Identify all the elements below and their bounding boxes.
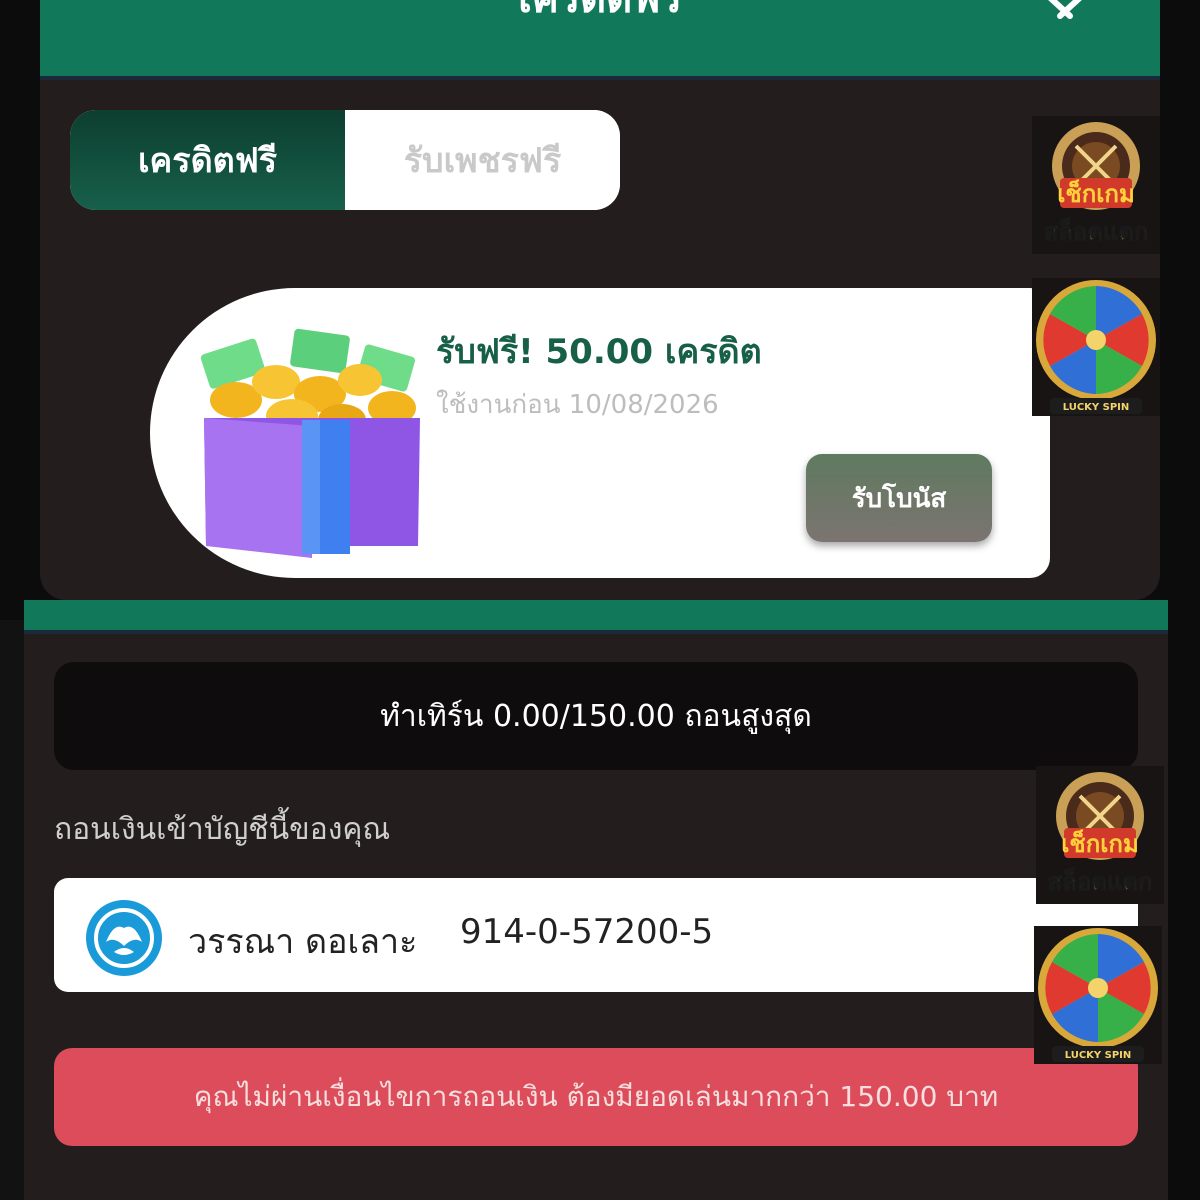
promo-title: รับฟรี! 50.00 เครดิต [436, 332, 762, 372]
slot-machine-badge-icon[interactable]: เช็กเกม สล็อตแตก [1036, 766, 1164, 904]
slot-badge-caption-bottom: สล็อตแตก [1044, 217, 1149, 246]
turnover-status: ทำเทิร์น 0.00/150.00 ถอนสูงสุด [54, 662, 1138, 770]
withdraw-modal: ทำเทิร์น 0.00/150.00 ถอนสูงสุด ถอนเงินเข… [24, 600, 1168, 1200]
claim-bonus-button[interactable]: รับโบนัส [806, 454, 992, 542]
bank-account-card: วรรณา ดอเลาะ 914-0-57200-5 [54, 878, 1138, 992]
free-credit-modal: เครดิตฟรี เครดิตฟรี รับเพชรฟรี [40, 0, 1160, 600]
withdraw-error-message: คุณไม่ผ่านเงื่อนไขการถอนเงิน ต้องมียอดเล… [54, 1048, 1138, 1146]
tab-free-diamond[interactable]: รับเพชรฟรี [345, 110, 620, 210]
modal-header: เครดิตฟรี [40, 0, 1160, 80]
modal-header [24, 600, 1168, 634]
promo-card: รับฟรี! 50.00 เครดิต ใช้งานก่อน 10/08/20… [150, 288, 1050, 578]
lucky-spin-wheel-icon[interactable]: LUCKY SPIN [1032, 278, 1160, 416]
bank-logo-icon [86, 900, 162, 976]
close-icon[interactable] [1040, 0, 1090, 24]
gift-box-icon [200, 328, 420, 558]
spin-badge-caption: LUCKY SPIN [1065, 1050, 1132, 1061]
modal-title: เครดิตฟรี [40, 0, 1160, 30]
lucky-spin-wheel-icon[interactable]: LUCKY SPIN [1034, 926, 1162, 1064]
slot-badge-caption-top: เช็กเกม [1061, 829, 1139, 858]
withdraw-account-label: ถอนเงินเข้าบัญชีนี้ของคุณ [54, 812, 391, 847]
account-holder-name: วรรณา ดอเลาะ [188, 922, 418, 962]
slot-machine-badge-icon[interactable]: เช็กเกม สล็อตแตก [1032, 116, 1160, 254]
background-strip [0, 620, 26, 1200]
spin-badge-caption: LUCKY SPIN [1063, 402, 1130, 413]
slot-badge-caption-bottom: สล็อตแตก [1048, 867, 1153, 896]
tab-free-credit[interactable]: เครดิตฟรี [70, 110, 345, 210]
account-number: 914-0-57200-5 [460, 912, 714, 952]
promo-expiry-date: ใช้งานก่อน 10/08/2026 [436, 390, 719, 420]
slot-badge-caption-top: เช็กเกม [1057, 179, 1135, 208]
tab-bar: เครดิตฟรี รับเพชรฟรี [70, 110, 620, 210]
